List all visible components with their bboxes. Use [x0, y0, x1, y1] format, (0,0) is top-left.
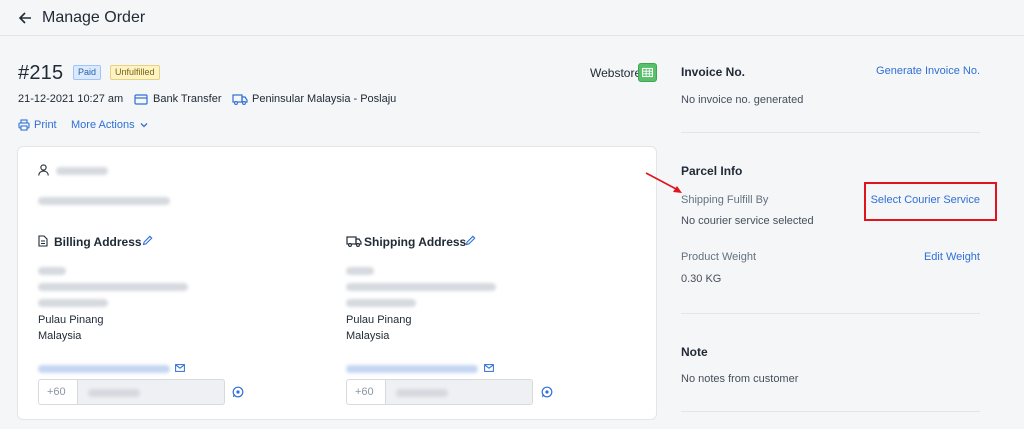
webstore-icon: [638, 63, 657, 82]
billing-phone-redacted: [88, 389, 140, 397]
product-weight-value: 0.30 KG: [681, 273, 722, 285]
courier-status: No courier service selected: [681, 215, 814, 227]
shipping-fulfill-label: Shipping Fulfill By: [681, 194, 769, 206]
unfulfilled-badge: Unfulfilled: [110, 65, 160, 80]
shipping-address-title: Shipping Address: [364, 235, 467, 249]
billing-state: Pulau Pinang: [38, 314, 104, 326]
shipping-country: Malaysia: [346, 330, 390, 342]
truck-icon: [346, 236, 362, 247]
edit-weight-button[interactable]: Edit Weight: [924, 251, 980, 263]
shipping-method: Peninsular Malaysia - Poslaju: [252, 93, 397, 105]
shipping-line1-redacted: [346, 283, 496, 291]
billing-address-title: Billing Address: [54, 235, 142, 249]
whatsapp-icon[interactable]: [232, 386, 244, 398]
mail-icon[interactable]: [175, 364, 185, 372]
page-title: Manage Order: [42, 9, 146, 26]
shipping-phone-field[interactable]: [386, 379, 533, 405]
truck-icon: [232, 94, 248, 105]
billing-line1-redacted: [38, 283, 188, 291]
order-date: 21-12-2021 10:27 am: [18, 93, 124, 105]
whatsapp-icon[interactable]: [541, 386, 553, 398]
shipping-email-redacted: [346, 365, 478, 373]
annotation-arrow-icon: [645, 172, 682, 193]
print-icon[interactable]: [18, 119, 30, 131]
divider: [681, 132, 980, 133]
note-text: No notes from customer: [681, 373, 799, 385]
note-title: Note: [681, 345, 708, 359]
shipping-phone-redacted: [396, 389, 448, 397]
order-number: #215: [18, 62, 64, 84]
invoice-status: No invoice no. generated: [681, 94, 804, 106]
highlight-box: [864, 182, 997, 221]
shipping-phone-prefix[interactable]: +60: [346, 379, 386, 405]
back-arrow-icon[interactable]: [18, 11, 32, 25]
shipping-line2-redacted: [346, 299, 416, 307]
billing-phone-field[interactable]: [78, 379, 225, 405]
parcel-info-title: Parcel Info: [681, 164, 743, 178]
chevron-down-icon[interactable]: [140, 121, 148, 129]
divider: [681, 313, 980, 314]
shipping-name-redacted: [346, 267, 374, 275]
edit-icon[interactable]: [465, 235, 476, 246]
billing-name-redacted: [38, 267, 66, 275]
billing-email-redacted: [38, 365, 170, 373]
user-icon: [38, 164, 49, 176]
divider: [681, 411, 980, 412]
mail-icon[interactable]: [484, 364, 494, 372]
billing-country: Malaysia: [38, 330, 82, 342]
paid-badge: Paid: [73, 65, 102, 80]
billing-phone-prefix[interactable]: +60: [38, 379, 78, 405]
customer-card: Billing Address Pulau Pinang Malaysia +6…: [17, 146, 657, 420]
payment-method: Bank Transfer: [153, 93, 222, 105]
channel-label: Webstore: [590, 66, 642, 80]
document-icon: [38, 235, 48, 247]
product-weight-label: Product Weight: [681, 251, 757, 263]
more-actions-button[interactable]: More Actions: [71, 119, 135, 131]
invoice-title: Invoice No.: [681, 65, 746, 79]
billing-line2-redacted: [38, 299, 108, 307]
customer-email-redacted: [38, 197, 170, 205]
customer-name-redacted: [56, 167, 108, 175]
edit-icon[interactable]: [142, 235, 153, 246]
shipping-state: Pulau Pinang: [346, 314, 412, 326]
print-button[interactable]: Print: [34, 119, 57, 131]
generate-invoice-button[interactable]: Generate Invoice No.: [876, 65, 980, 77]
card-icon: [134, 94, 148, 105]
